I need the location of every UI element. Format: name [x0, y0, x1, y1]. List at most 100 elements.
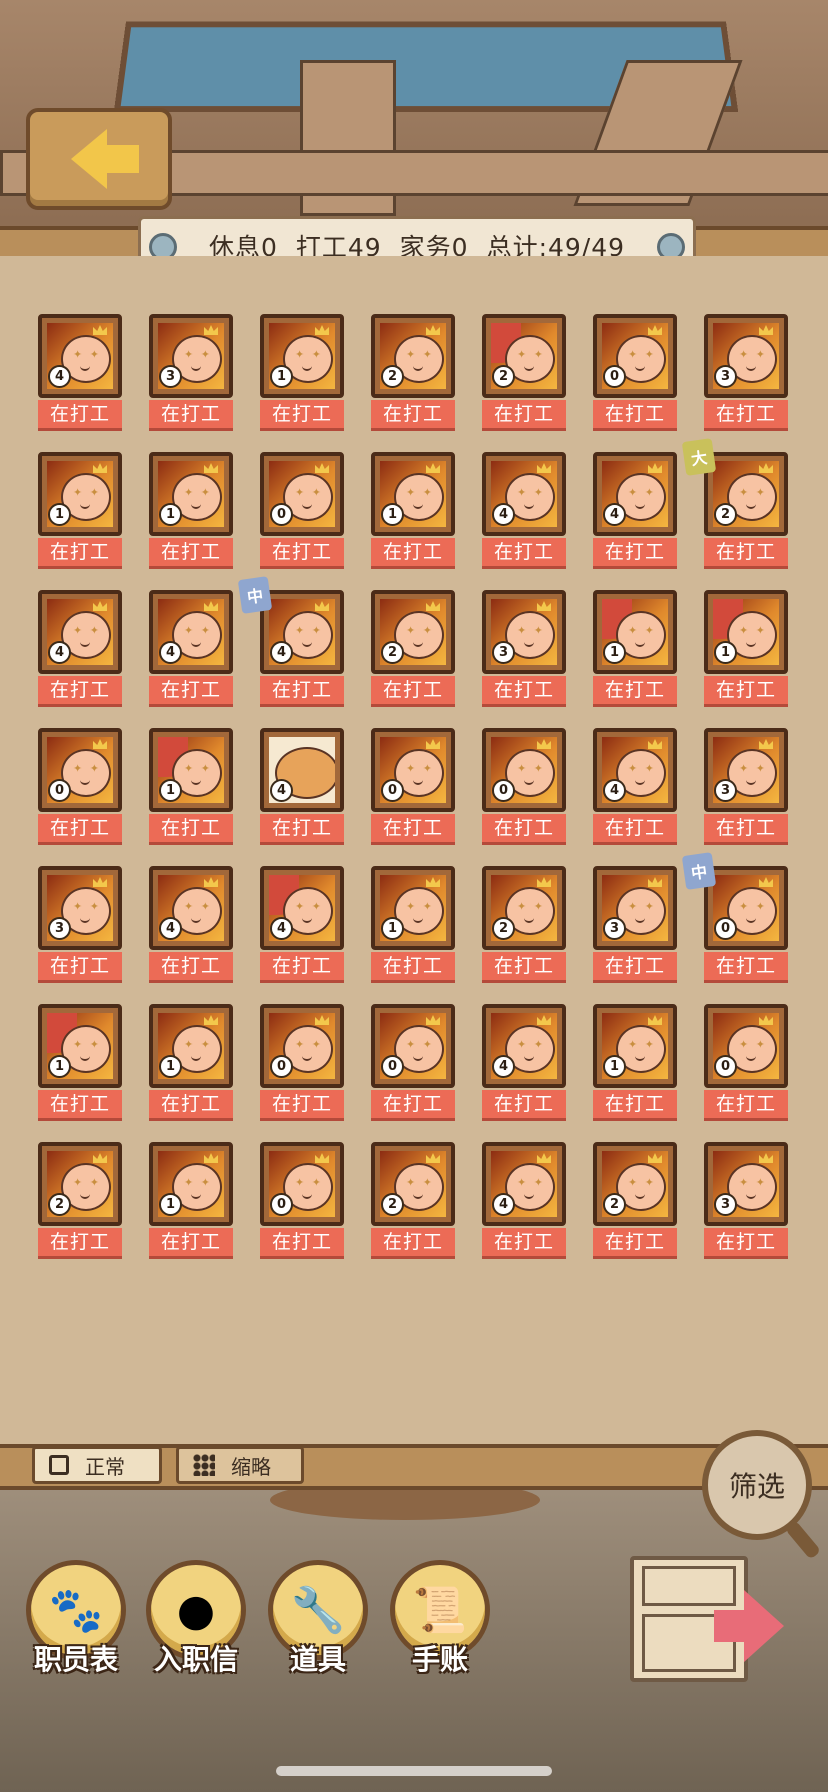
staff-card[interactable]: 1 在打工	[593, 1004, 677, 1121]
portrait-frame[interactable]: 4	[482, 1004, 566, 1088]
portrait-frame[interactable]: 1	[149, 452, 233, 536]
staff-card[interactable]: 0 在打工	[260, 1004, 344, 1121]
portrait-frame[interactable]: 4	[482, 452, 566, 536]
back-button[interactable]	[26, 108, 172, 210]
staff-card[interactable]: 1 在打工	[149, 1142, 233, 1259]
staff-card[interactable]: 4 在打工	[482, 452, 566, 569]
portrait-frame[interactable]: 0	[260, 452, 344, 536]
staff-card[interactable]: 2 在打工	[482, 866, 566, 983]
staff-card[interactable]: 2 在打工	[371, 314, 455, 431]
portrait-frame[interactable]: 4	[149, 866, 233, 950]
portrait-frame[interactable]: 4	[38, 314, 122, 398]
portrait-frame[interactable]: 2	[371, 590, 455, 674]
portrait-frame[interactable]: 2	[704, 452, 788, 536]
staff-card[interactable]: 0 在打工	[371, 728, 455, 845]
portrait-frame[interactable]: 4	[260, 590, 344, 674]
portrait-frame[interactable]: 4	[482, 1142, 566, 1226]
staff-card[interactable]: 4 在打工	[482, 1004, 566, 1121]
staff-card[interactable]: 大 2 在打工	[681, 438, 788, 569]
portrait-frame[interactable]: 0	[371, 728, 455, 812]
staff-card[interactable]: 1 在打工	[149, 728, 233, 845]
staff-card[interactable]: 3 在打工	[149, 314, 233, 431]
portrait-frame[interactable]: 3	[704, 314, 788, 398]
staff-card[interactable]: 2 在打工	[38, 1142, 122, 1259]
staff-card[interactable]: 1 在打工	[149, 1004, 233, 1121]
portrait-frame[interactable]: 1	[38, 452, 122, 536]
staff-card[interactable]: 4 在打工	[260, 866, 344, 983]
portrait-frame[interactable]: 1	[371, 452, 455, 536]
staff-card[interactable]: 0 在打工	[260, 452, 344, 569]
portrait-frame[interactable]: 4	[593, 728, 677, 812]
arrow-right-icon[interactable]	[714, 1590, 784, 1662]
portrait-frame[interactable]: 3	[38, 866, 122, 950]
portrait-frame[interactable]: 0	[38, 728, 122, 812]
staff-card[interactable]: 3 在打工	[704, 728, 788, 845]
portrait-frame[interactable]: 1	[593, 1004, 677, 1088]
staff-card[interactable]: 4 在打工	[149, 590, 233, 707]
portrait-frame[interactable]: 0	[593, 314, 677, 398]
filter-button[interactable]: 筛选	[702, 1430, 812, 1540]
portrait-frame[interactable]: 0	[704, 1004, 788, 1088]
staff-card[interactable]: 2 在打工	[371, 590, 455, 707]
portrait-frame[interactable]: 4	[38, 590, 122, 674]
staff-card[interactable]: 3 在打工	[704, 1142, 788, 1259]
portrait-frame[interactable]: 2	[371, 1142, 455, 1226]
nav-items[interactable]: 🔧 道具	[262, 1560, 374, 1678]
staff-card[interactable]: 3 在打工	[38, 866, 122, 983]
staff-card[interactable]: 4 在打工	[149, 866, 233, 983]
staff-card[interactable]: 2 在打工	[593, 1142, 677, 1259]
portrait-frame[interactable]: 2	[38, 1142, 122, 1226]
staff-card[interactable]: 1 在打工	[371, 866, 455, 983]
portrait-frame[interactable]: 4	[260, 866, 344, 950]
portrait-frame[interactable]: 3	[704, 728, 788, 812]
portrait-frame[interactable]: 2	[371, 314, 455, 398]
staff-card[interactable]: 0 在打工	[371, 1004, 455, 1121]
portrait-frame[interactable]: 1	[371, 866, 455, 950]
view-normal-button[interactable]: 正常	[32, 1446, 162, 1484]
portrait-frame[interactable]: 1	[149, 728, 233, 812]
staff-card[interactable]: 1 在打工	[38, 452, 122, 569]
staff-card[interactable]: 1 在打工	[593, 590, 677, 707]
portrait-frame[interactable]: 0	[371, 1004, 455, 1088]
portrait-frame[interactable]: 4	[149, 590, 233, 674]
staff-card[interactable]: 0 在打工	[593, 314, 677, 431]
portrait-frame[interactable]: 2	[482, 866, 566, 950]
staff-card[interactable]: 4 在打工	[260, 728, 344, 845]
staff-card[interactable]: 3 在打工	[704, 314, 788, 431]
staff-card[interactable]: 0 在打工	[482, 728, 566, 845]
portrait-frame[interactable]: 2	[482, 314, 566, 398]
portrait-frame[interactable]: 0	[260, 1142, 344, 1226]
portrait-frame[interactable]: 3	[704, 1142, 788, 1226]
view-compact-button[interactable]: 缩略	[176, 1446, 304, 1484]
staff-card[interactable]: 4 在打工	[593, 452, 677, 569]
staff-card[interactable]: 0 在打工	[704, 1004, 788, 1121]
portrait-frame[interactable]: 0	[482, 728, 566, 812]
nav-staff-list[interactable]: 🐾 职员表	[20, 1560, 132, 1678]
portrait-frame[interactable]: 3	[593, 866, 677, 950]
nav-notebook[interactable]: 📜 手账	[384, 1560, 496, 1678]
staff-card[interactable]: 中 0 在打工	[681, 852, 788, 983]
staff-card[interactable]: 4 在打工	[482, 1142, 566, 1259]
portrait-frame[interactable]: 1	[593, 590, 677, 674]
portrait-frame[interactable]: 1	[260, 314, 344, 398]
staff-card[interactable]: 4 在打工	[593, 728, 677, 845]
staff-card[interactable]: 3 在打工	[593, 866, 677, 983]
nav-offer-letter[interactable]: ● 入职信	[140, 1560, 252, 1678]
staff-card[interactable]: 2 在打工	[371, 1142, 455, 1259]
staff-card[interactable]: 1 在打工	[704, 590, 788, 707]
staff-card[interactable]: 2 在打工	[482, 314, 566, 431]
portrait-frame[interactable]: 4	[260, 728, 344, 812]
portrait-frame[interactable]: 1	[149, 1142, 233, 1226]
portrait-frame[interactable]: 1	[38, 1004, 122, 1088]
staff-card[interactable]: 1 在打工	[260, 314, 344, 431]
portrait-frame[interactable]: 0	[260, 1004, 344, 1088]
staff-card[interactable]: 3 在打工	[482, 590, 566, 707]
portrait-frame[interactable]: 1	[704, 590, 788, 674]
staff-card[interactable]: 1 在打工	[371, 452, 455, 569]
staff-card[interactable]: 1 在打工	[149, 452, 233, 569]
staff-card[interactable]: 0 在打工	[260, 1142, 344, 1259]
portrait-frame[interactable]: 4	[593, 452, 677, 536]
staff-card[interactable]: 4 在打工	[38, 590, 122, 707]
staff-card[interactable]: 中 4 在打工	[237, 576, 344, 707]
portrait-frame[interactable]: 2	[593, 1142, 677, 1226]
